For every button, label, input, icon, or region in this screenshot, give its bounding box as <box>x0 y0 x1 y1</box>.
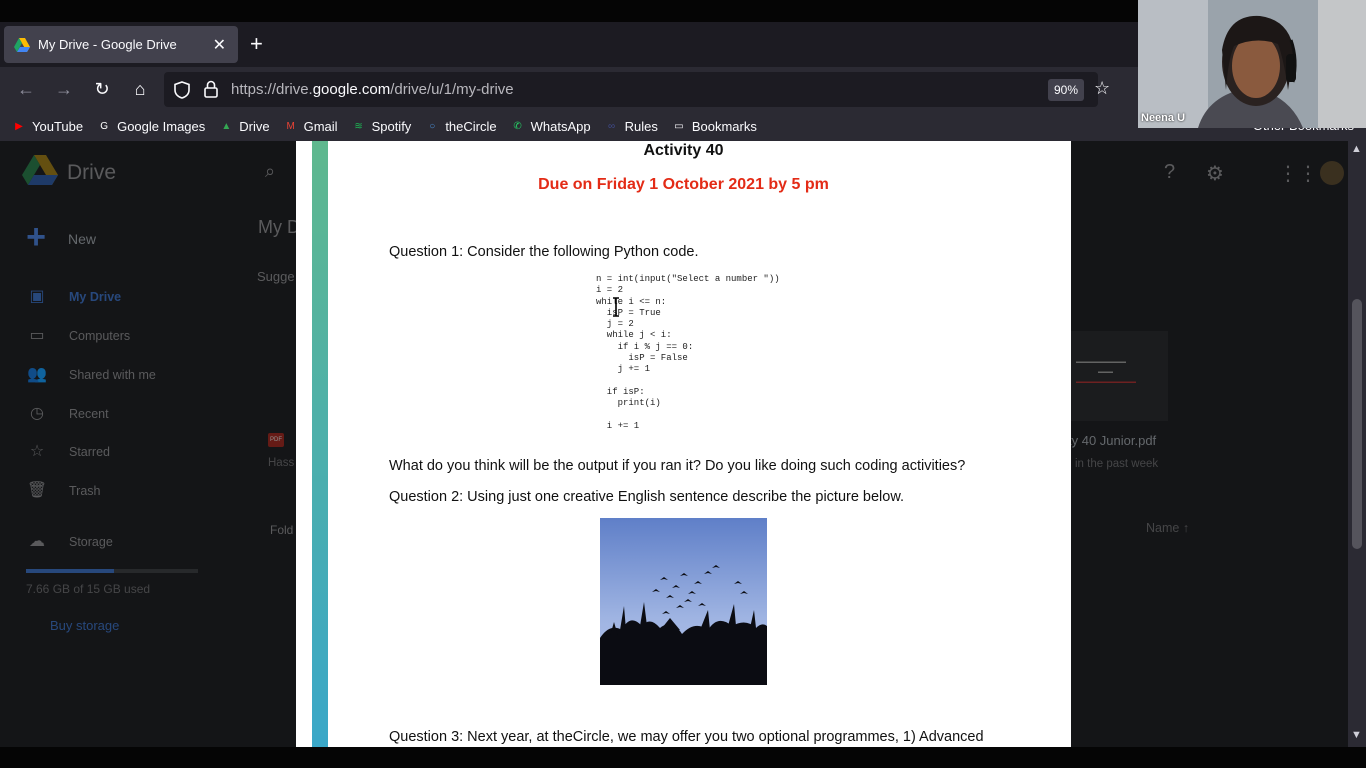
participant-name: Neena U <box>1141 112 1186 124</box>
page-scrollbar[interactable]: ▲ ▼ <box>1348 141 1366 747</box>
url-prefix: https://drive. <box>231 81 313 98</box>
bookmark-label: Google Images <box>117 119 206 134</box>
rules-icon: ∞ <box>608 121 616 132</box>
birds-flying-image <box>600 518 767 685</box>
screen: My Drive - Google Drive ✕ + ← → ↻ ⌂ http… <box>0 0 1366 768</box>
tab-title: My Drive - Google Drive <box>38 37 177 52</box>
tracking-shield-icon[interactable] <box>174 81 190 99</box>
zoom-indicator[interactable]: 90% <box>1048 79 1085 101</box>
bookmark-label: theCircle <box>445 119 497 134</box>
pdf-preview-page[interactable]: Activity 40 Due on Friday 1 October 2021… <box>296 141 1071 747</box>
tab-close-icon[interactable]: ✕ <box>213 35 226 55</box>
bookmark-whatsapp[interactable]: ✆ WhatsApp <box>510 119 591 135</box>
text-cursor-icon <box>613 297 619 317</box>
question-2-text: Question 2: Using just one creative Engl… <box>389 489 905 505</box>
scroll-up-arrow-icon[interactable]: ▲ <box>1351 143 1362 155</box>
bookmark-label: Gmail <box>303 119 338 134</box>
spotify-icon: ≋ <box>354 121 363 132</box>
padlock-icon[interactable] <box>204 80 218 98</box>
bookmark-google-images[interactable]: G Google Images <box>96 119 205 135</box>
page-decorative-stripe <box>312 141 328 747</box>
bookmark-gmail[interactable]: M Gmail <box>283 119 338 135</box>
reload-icon[interactable]: ↻ <box>90 79 114 99</box>
due-date-text: Due on Friday 1 October 2021 by 5 pm <box>538 176 829 193</box>
bookmark-label: Rules <box>624 119 658 134</box>
thecircle-icon: ○ <box>429 121 436 132</box>
bookmark-label: Spotify <box>371 119 412 134</box>
bottom-black-strip <box>0 747 1366 768</box>
bookmark-label: Drive <box>239 119 270 134</box>
scroll-down-arrow-icon[interactable]: ▼ <box>1351 729 1362 741</box>
bookmark-bookmarks[interactable]: ▭ Bookmarks <box>671 119 757 135</box>
youtube-icon: ▶ <box>15 121 23 132</box>
bookmark-label: Bookmarks <box>691 119 757 134</box>
bookmarks-icon: ▭ <box>674 121 684 132</box>
google-images-icon: G <box>100 121 108 132</box>
bookmark-thecircle[interactable]: ○ theCircle <box>424 119 496 135</box>
python-code-block: n = int(input("Select a number ")) i = 2… <box>596 274 780 431</box>
bookmark-label: YouTube <box>32 119 84 134</box>
bookmark-drive[interactable]: ▲ Drive <box>218 119 269 135</box>
drive-icon: ▲ <box>221 121 232 132</box>
bookmark-youtube[interactable]: ▶ YouTube <box>11 119 83 135</box>
url-domain: google.com <box>312 81 391 98</box>
url-text[interactable]: https://drive.google.com/drive/u/1/my-dr… <box>231 81 514 98</box>
question-3-text: Question 3: Next year, at theCircle, we … <box>389 729 984 745</box>
question-1-followup: What do you think will be the output if … <box>389 458 966 474</box>
back-arrow-icon[interactable]: ← <box>14 79 38 99</box>
new-tab-plus-icon[interactable]: + <box>250 33 263 55</box>
whatsapp-icon: ✆ <box>513 121 522 132</box>
browser-tab-active[interactable]: My Drive - Google Drive ✕ <box>4 26 238 63</box>
address-bar[interactable]: https://drive.google.com/drive/u/1/my-dr… <box>164 72 1110 107</box>
activity-title: Activity 40 <box>643 142 724 159</box>
url-path: /drive/u/1/my-drive <box>390 81 514 98</box>
bookmark-star-icon[interactable]: ☆ <box>1094 78 1110 99</box>
bookmark-spotify[interactable]: ≋ Spotify <box>351 119 412 135</box>
webcam-person-image <box>1138 0 1366 128</box>
forward-arrow-icon[interactable]: → <box>52 79 76 99</box>
home-icon[interactable]: ⌂ <box>128 79 152 99</box>
google-drive-favicon-icon <box>14 37 30 52</box>
bookmark-label: WhatsApp <box>530 119 591 134</box>
gmail-icon: M <box>286 121 295 132</box>
question-1-text: Question 1: Consider the following Pytho… <box>389 244 699 260</box>
bookmark-rules[interactable]: ∞ Rules <box>604 119 658 135</box>
webcam-video-overlay: Neena U <box>1138 0 1366 128</box>
scrollbar-thumb[interactable] <box>1352 299 1362 549</box>
